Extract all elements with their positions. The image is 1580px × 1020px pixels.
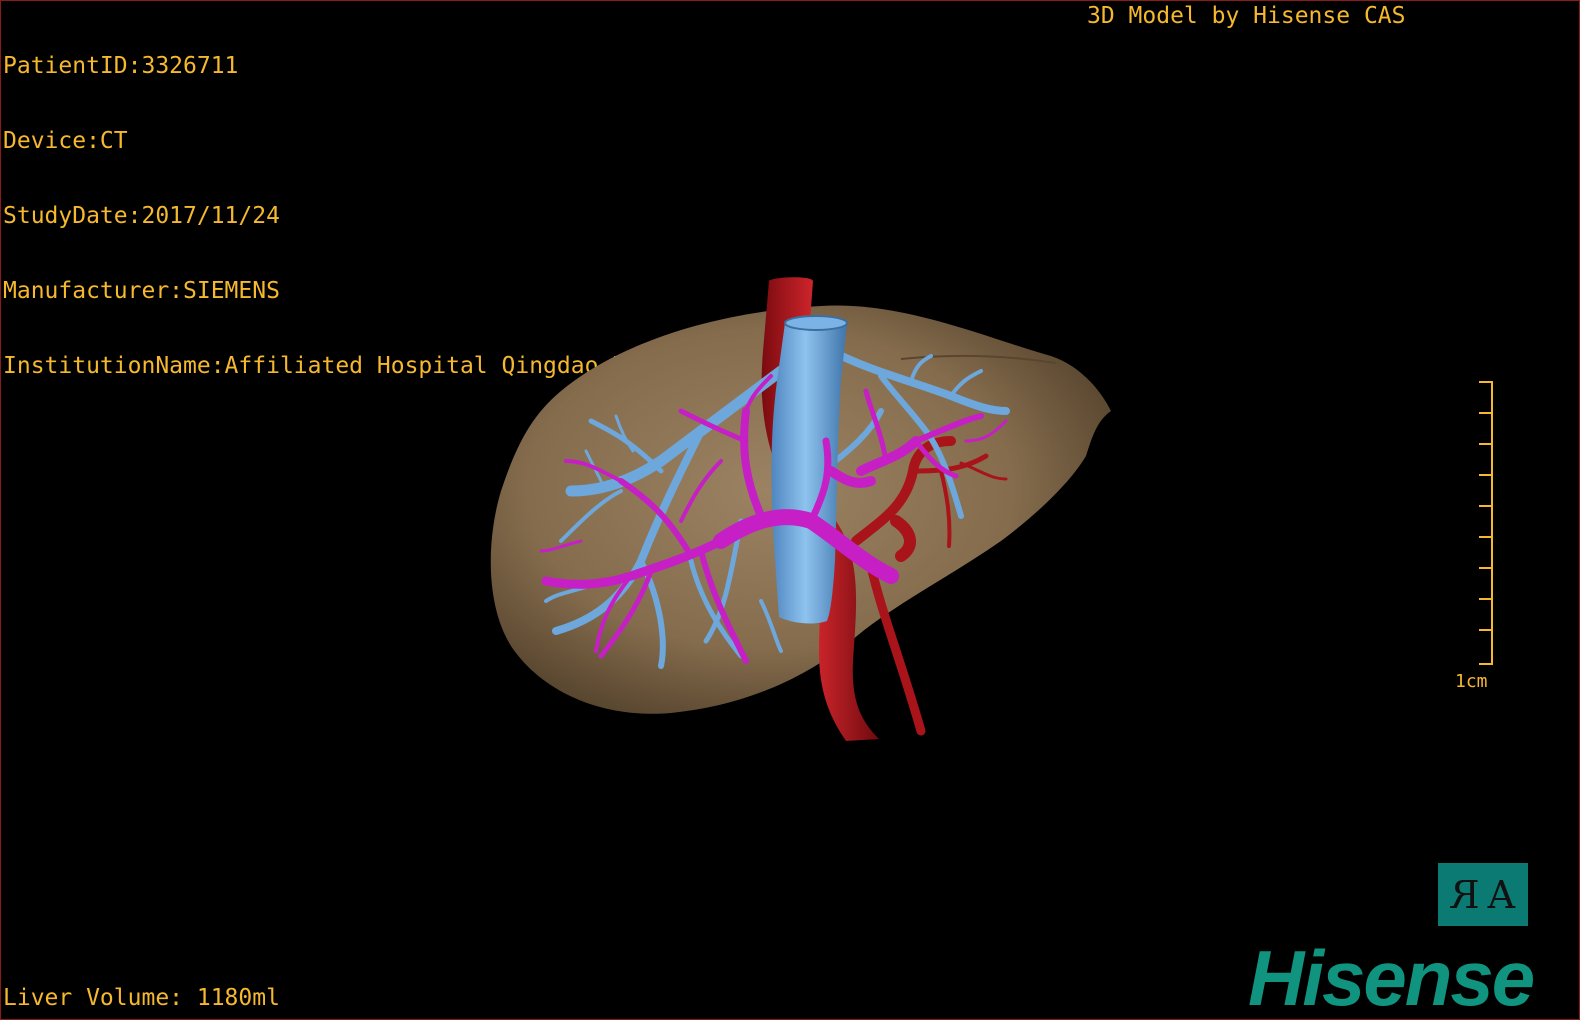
liver-3d-model[interactable] — [1, 1, 1579, 1019]
orientation-right-glyph: A — [1487, 872, 1516, 917]
scale-ruler — [1479, 381, 1493, 665]
scale-label: 1cm — [1455, 671, 1488, 692]
hisense-logo: Hisense — [1248, 934, 1535, 1020]
orientation-left-glyph: R — [1450, 872, 1480, 917]
ivc-opening — [784, 315, 848, 331]
orientation-cube-icon[interactable]: R A — [1438, 863, 1528, 926]
3d-viewport[interactable]: PatientID:3326711 Device:CT StudyDate:20… — [0, 0, 1580, 1020]
liver-volume-label: Liver Volume: 1180ml — [3, 985, 280, 1011]
